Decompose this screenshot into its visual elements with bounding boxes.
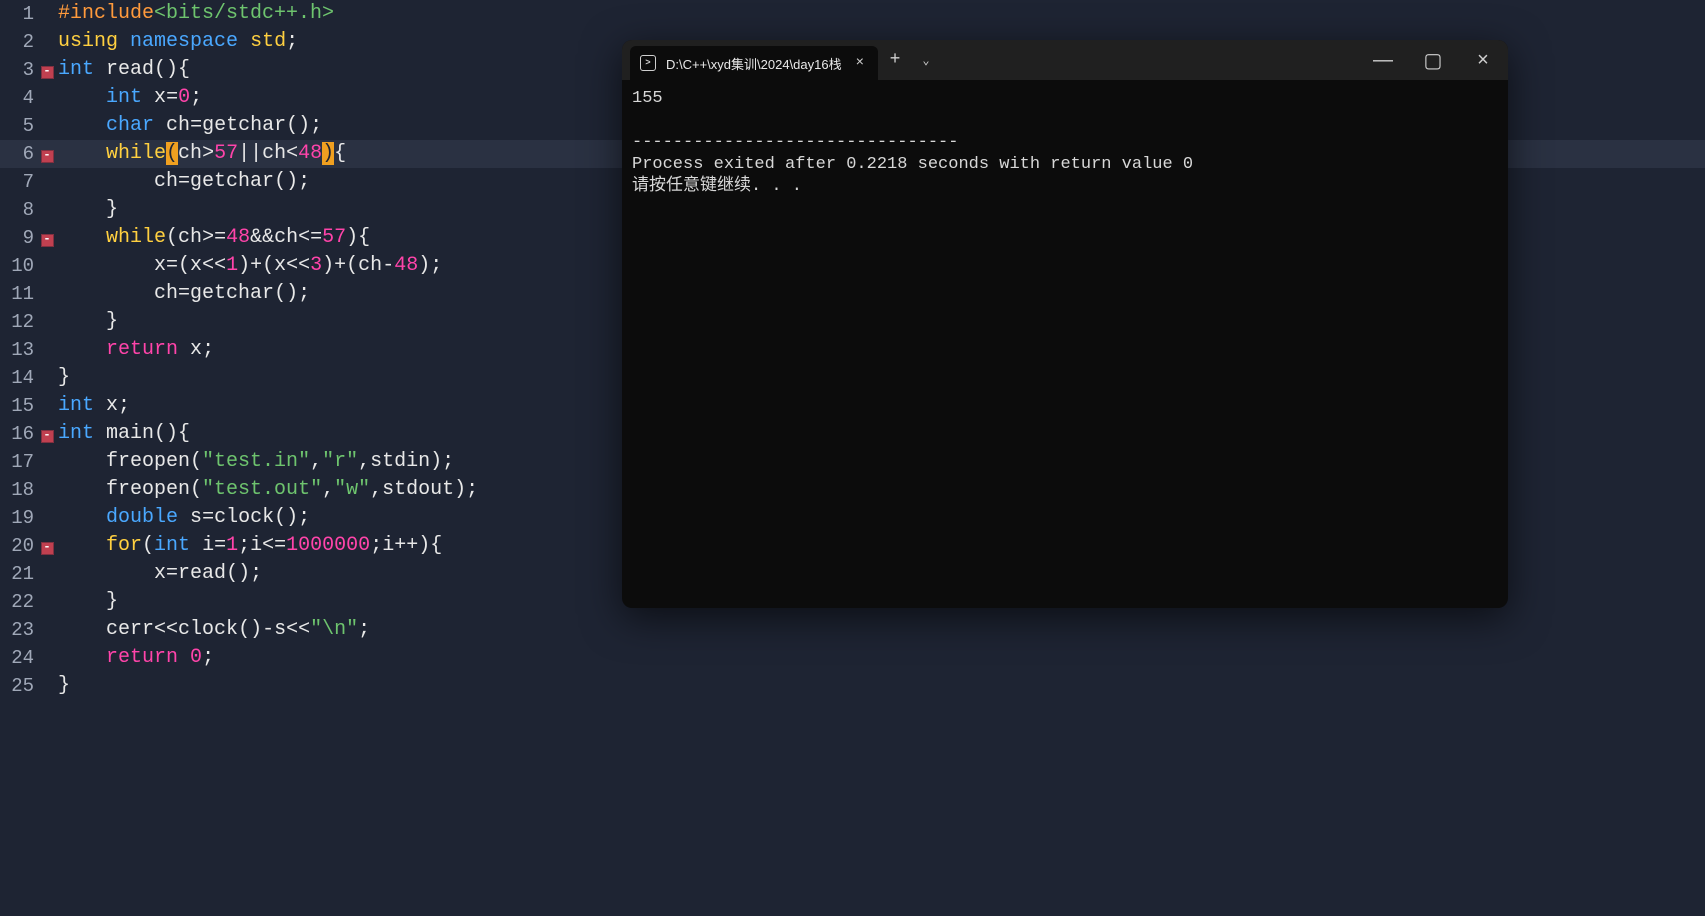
terminal-output[interactable]: 155 -------------------------------- Pro… bbox=[622, 80, 1508, 608]
fold-gutter bbox=[38, 84, 56, 112]
code-line[interactable]: 23 cerr<<clock()-s<<"\n"; bbox=[0, 616, 1705, 644]
line-number: 21 bbox=[0, 560, 38, 588]
code-line[interactable]: 24 return 0; bbox=[0, 644, 1705, 672]
fold-gutter bbox=[38, 504, 56, 532]
line-number: 11 bbox=[0, 280, 38, 308]
code-content[interactable]: char ch=getchar(); bbox=[56, 112, 322, 140]
line-number: 5 bbox=[0, 112, 38, 140]
line-number: 3 bbox=[0, 56, 38, 84]
terminal-window: D:\C++\xyd集训\2024\day16栈 × + ⌄ — ▢ × 155… bbox=[622, 40, 1508, 608]
fold-gutter[interactable]: - bbox=[38, 224, 56, 252]
terminal-tab-title: D:\C++\xyd集训\2024\day16栈 bbox=[666, 54, 842, 73]
code-content[interactable]: return x; bbox=[56, 336, 214, 364]
code-content[interactable]: int main(){ bbox=[56, 420, 190, 448]
line-number: 7 bbox=[0, 168, 38, 196]
close-button[interactable]: × bbox=[1458, 40, 1508, 80]
fold-gutter bbox=[38, 168, 56, 196]
line-number: 18 bbox=[0, 476, 38, 504]
code-content[interactable]: } bbox=[56, 672, 70, 700]
line-number: 6 bbox=[0, 140, 38, 168]
fold-gutter bbox=[38, 112, 56, 140]
fold-gutter bbox=[38, 672, 56, 700]
fold-gutter bbox=[38, 308, 56, 336]
code-content[interactable]: while(ch>57||ch<48){ bbox=[56, 140, 346, 168]
code-content[interactable]: freopen("test.out","w",stdout); bbox=[56, 476, 478, 504]
line-number: 4 bbox=[0, 84, 38, 112]
code-content[interactable]: int x; bbox=[56, 392, 130, 420]
line-number: 10 bbox=[0, 252, 38, 280]
fold-minus-icon[interactable]: - bbox=[41, 542, 54, 555]
code-content[interactable]: } bbox=[56, 196, 118, 224]
line-number: 20 bbox=[0, 532, 38, 560]
code-content[interactable]: ch=getchar(); bbox=[56, 168, 310, 196]
code-line[interactable]: 1 #include<bits/stdc++.h> bbox=[0, 0, 1705, 28]
fold-gutter bbox=[38, 476, 56, 504]
fold-gutter bbox=[38, 0, 56, 28]
tab-close-icon[interactable]: × bbox=[852, 53, 868, 73]
fold-minus-icon[interactable]: - bbox=[41, 66, 54, 79]
code-content[interactable]: double s=clock(); bbox=[56, 504, 310, 532]
code-content[interactable]: while(ch>=48&&ch<=57){ bbox=[56, 224, 370, 252]
code-content[interactable]: ch=getchar(); bbox=[56, 280, 310, 308]
line-number: 23 bbox=[0, 616, 38, 644]
code-content[interactable]: } bbox=[56, 364, 70, 392]
code-content[interactable]: x=(x<<1)+(x<<3)+(ch-48); bbox=[56, 252, 442, 280]
line-number: 2 bbox=[0, 28, 38, 56]
terminal-icon bbox=[640, 55, 656, 71]
new-tab-button[interactable]: + bbox=[878, 50, 912, 70]
fold-gutter bbox=[38, 588, 56, 616]
fold-gutter bbox=[38, 448, 56, 476]
code-content[interactable]: using namespace std; bbox=[56, 28, 298, 56]
code-content[interactable]: for(int i=1;i<=1000000;i++){ bbox=[56, 532, 442, 560]
fold-minus-icon[interactable]: - bbox=[41, 150, 54, 163]
line-number: 16 bbox=[0, 420, 38, 448]
line-number: 9 bbox=[0, 224, 38, 252]
code-content[interactable]: freopen("test.in","r",stdin); bbox=[56, 448, 454, 476]
fold-gutter bbox=[38, 560, 56, 588]
fold-gutter bbox=[38, 616, 56, 644]
window-controls: — ▢ × bbox=[1358, 40, 1508, 80]
fold-gutter bbox=[38, 364, 56, 392]
fold-gutter bbox=[38, 196, 56, 224]
line-number: 25 bbox=[0, 672, 38, 700]
line-number: 15 bbox=[0, 392, 38, 420]
code-content[interactable]: #include<bits/stdc++.h> bbox=[56, 0, 334, 28]
code-content[interactable]: } bbox=[56, 588, 118, 616]
code-content[interactable]: int read(){ bbox=[56, 56, 190, 84]
code-content[interactable]: int x=0; bbox=[56, 84, 202, 112]
fold-gutter[interactable]: - bbox=[38, 420, 56, 448]
line-number: 13 bbox=[0, 336, 38, 364]
minimize-button[interactable]: — bbox=[1358, 40, 1408, 80]
line-number: 22 bbox=[0, 588, 38, 616]
fold-minus-icon[interactable]: - bbox=[41, 234, 54, 247]
code-line[interactable]: 25} bbox=[0, 672, 1705, 700]
line-number: 12 bbox=[0, 308, 38, 336]
fold-gutter[interactable]: - bbox=[38, 140, 56, 168]
fold-gutter bbox=[38, 644, 56, 672]
fold-minus-icon[interactable]: - bbox=[41, 430, 54, 443]
fold-gutter bbox=[38, 252, 56, 280]
line-number: 24 bbox=[0, 644, 38, 672]
fold-gutter bbox=[38, 336, 56, 364]
terminal-tab[interactable]: D:\C++\xyd集训\2024\day16栈 × bbox=[630, 46, 878, 80]
code-content[interactable]: x=read(); bbox=[56, 560, 262, 588]
code-content[interactable]: } bbox=[56, 308, 118, 336]
fold-gutter[interactable]: - bbox=[38, 532, 56, 560]
maximize-button[interactable]: ▢ bbox=[1408, 40, 1458, 80]
line-number: 19 bbox=[0, 504, 38, 532]
fold-gutter bbox=[38, 280, 56, 308]
line-number: 8 bbox=[0, 196, 38, 224]
line-number: 1 bbox=[0, 0, 38, 28]
code-content[interactable]: return 0; bbox=[56, 644, 214, 672]
terminal-titlebar: D:\C++\xyd集训\2024\day16栈 × + ⌄ — ▢ × bbox=[622, 40, 1508, 80]
code-content[interactable]: cerr<<clock()-s<<"\n"; bbox=[56, 616, 370, 644]
line-number: 14 bbox=[0, 364, 38, 392]
tab-dropdown-icon[interactable]: ⌄ bbox=[912, 53, 940, 68]
fold-gutter bbox=[38, 392, 56, 420]
fold-gutter[interactable]: - bbox=[38, 56, 56, 84]
fold-gutter bbox=[38, 28, 56, 56]
line-number: 17 bbox=[0, 448, 38, 476]
